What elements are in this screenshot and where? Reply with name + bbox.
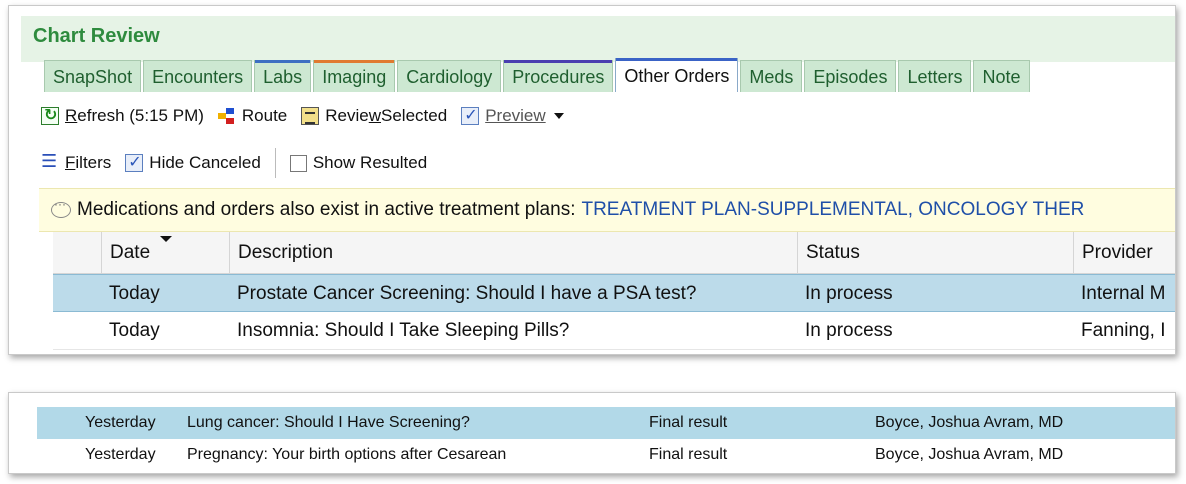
table-row[interactable]: Yesterday Lung cancer: Should I Have Scr… xyxy=(37,407,1175,439)
sort-desc-icon xyxy=(160,236,172,242)
cell-date: Yesterday xyxy=(85,414,156,431)
cell-provider: Fanning, I xyxy=(1081,320,1166,341)
tab-label: Procedures xyxy=(512,67,605,87)
preview-toggle[interactable]: Preview xyxy=(461,105,564,126)
cell-provider: Internal M xyxy=(1081,283,1166,304)
cell-status: Final result xyxy=(649,414,728,431)
tab-label: Meds xyxy=(749,67,794,87)
toolbar-primary: Refresh (5:15 PM) Route Review Selected … xyxy=(41,105,578,126)
review-label-b: Selected xyxy=(381,106,448,125)
cell-date: Today xyxy=(109,283,160,304)
tab-snapshot[interactable]: SnapShot xyxy=(44,60,142,92)
title-bar: Chart Review xyxy=(21,16,1175,62)
tab-color-strip xyxy=(255,60,311,63)
hide-canceled-checkbox[interactable]: Hide Canceled xyxy=(125,152,261,173)
table-row[interactable]: Today Prostate Cancer Screening: Should … xyxy=(53,274,1175,312)
tab-color-strip xyxy=(314,60,395,63)
refresh-button[interactable]: Refresh (5:15 PM) xyxy=(41,105,204,126)
tab-other-orders[interactable]: Other Orders xyxy=(615,58,739,92)
treatment-plan-link[interactable]: TREATMENT PLAN-SUPPLEMENTAL, ONCOLOGY TH… xyxy=(581,199,1084,221)
toolbar-secondary: Filters Hide Canceled Show Resulted xyxy=(41,148,441,178)
refresh-accel: R xyxy=(65,106,78,125)
filters-button[interactable]: Filters xyxy=(41,151,112,173)
orders-detail-panel: Yesterday Lung cancer: Should I Have Scr… xyxy=(8,392,1176,474)
preview-label: Preview xyxy=(485,106,546,125)
tab-label: Cardiology xyxy=(406,67,493,87)
cell-status: Final result xyxy=(649,446,728,463)
notice-text: Medications and orders also exist in act… xyxy=(77,199,576,220)
tab-bar: SnapShot Encounters Labs Imaging Cardiol… xyxy=(44,58,1032,92)
tab-label: SnapShot xyxy=(53,67,133,87)
tab-label: Note xyxy=(982,67,1021,87)
toolbar-divider xyxy=(274,148,276,178)
tab-label: Encounters xyxy=(152,67,244,87)
header-date[interactable]: Date xyxy=(101,232,229,273)
tab-labs[interactable]: Labs xyxy=(254,60,312,92)
dropdown-arrow-icon[interactable] xyxy=(553,113,564,119)
tab-label: Imaging xyxy=(322,67,387,87)
results-table: Yesterday Lung cancer: Should I Have Scr… xyxy=(37,407,1175,471)
tab-notes[interactable]: Note xyxy=(973,60,1030,92)
cell-description: Pregnancy: Your birth options after Cesa… xyxy=(187,446,507,463)
cell-date: Today xyxy=(109,320,160,341)
table-row[interactable]: Yesterday Pregnancy: Your birth options … xyxy=(37,439,1175,471)
tab-color-strip xyxy=(616,58,738,61)
cell-status: In process xyxy=(805,283,893,304)
tab-label: Letters xyxy=(907,67,963,87)
cell-provider: Boyce, Joshua Avram, MD xyxy=(875,446,1064,463)
route-label: Route xyxy=(241,106,288,125)
hide-canceled-label: Hide Canceled xyxy=(149,153,261,172)
checkbox-unchecked-icon xyxy=(289,154,307,172)
review-selected-button[interactable]: Revie w Selected xyxy=(301,106,447,126)
review-accel: w xyxy=(368,106,382,125)
orders-table: Date Description Status Provider Today P… xyxy=(53,232,1175,350)
refresh-label: efresh (5:15 PM) xyxy=(77,106,204,125)
cell-description: Prostate Cancer Screening: Should I have… xyxy=(237,283,697,304)
document-icon xyxy=(301,107,320,125)
header-spacer xyxy=(53,232,101,273)
cell-description: Lung cancer: Should I Have Screening? xyxy=(187,414,470,431)
tab-meds[interactable]: Meds xyxy=(740,60,803,92)
checkbox-checked-icon xyxy=(125,152,144,172)
show-resulted-label: Show Resulted xyxy=(312,153,428,172)
tab-label: Episodes xyxy=(813,67,888,87)
row-spacer xyxy=(53,312,101,349)
tab-episodes[interactable]: Episodes xyxy=(804,60,897,92)
filters-accel: F xyxy=(65,153,76,172)
chart-review-panel: Chart Review SnapShot Encounters Labs Im… xyxy=(8,5,1176,355)
show-resulted-checkbox[interactable]: Show Resulted xyxy=(289,153,428,173)
route-icon xyxy=(217,107,236,125)
filter-icon xyxy=(41,151,59,172)
cell-date: Yesterday xyxy=(85,446,156,463)
treatment-plan-notice: Medications and orders also exist in act… xyxy=(39,188,1175,232)
tab-cardiology[interactable]: Cardiology xyxy=(397,60,502,92)
cell-provider: Boyce, Joshua Avram, MD xyxy=(875,414,1064,431)
header-description[interactable]: Description xyxy=(229,232,797,273)
table-row[interactable]: Today Insomnia: Should I Take Sleeping P… xyxy=(53,312,1175,350)
route-button[interactable]: Route xyxy=(217,106,288,126)
page-title: Chart Review xyxy=(33,25,160,47)
tab-encounters[interactable]: Encounters xyxy=(143,60,253,92)
table-header: Date Description Status Provider xyxy=(53,232,1175,274)
cell-description: Insomnia: Should I Take Sleeping Pills? xyxy=(237,320,570,341)
header-status[interactable]: Status xyxy=(797,232,1073,273)
row-spacer xyxy=(53,275,101,311)
tab-color-strip xyxy=(504,60,613,63)
tab-label: Labs xyxy=(263,67,303,87)
refresh-icon xyxy=(41,105,59,125)
tab-label: Other Orders xyxy=(624,66,730,86)
comment-icon xyxy=(51,197,71,218)
checkbox-checked-icon xyxy=(461,105,480,125)
tab-procedures[interactable]: Procedures xyxy=(503,60,614,92)
header-provider[interactable]: Provider xyxy=(1073,232,1175,273)
cell-status: In process xyxy=(805,320,893,341)
review-label-a: Revie xyxy=(325,106,369,125)
tab-imaging[interactable]: Imaging xyxy=(313,60,396,92)
filters-label: ilters xyxy=(75,153,112,172)
tab-letters[interactable]: Letters xyxy=(898,60,972,92)
